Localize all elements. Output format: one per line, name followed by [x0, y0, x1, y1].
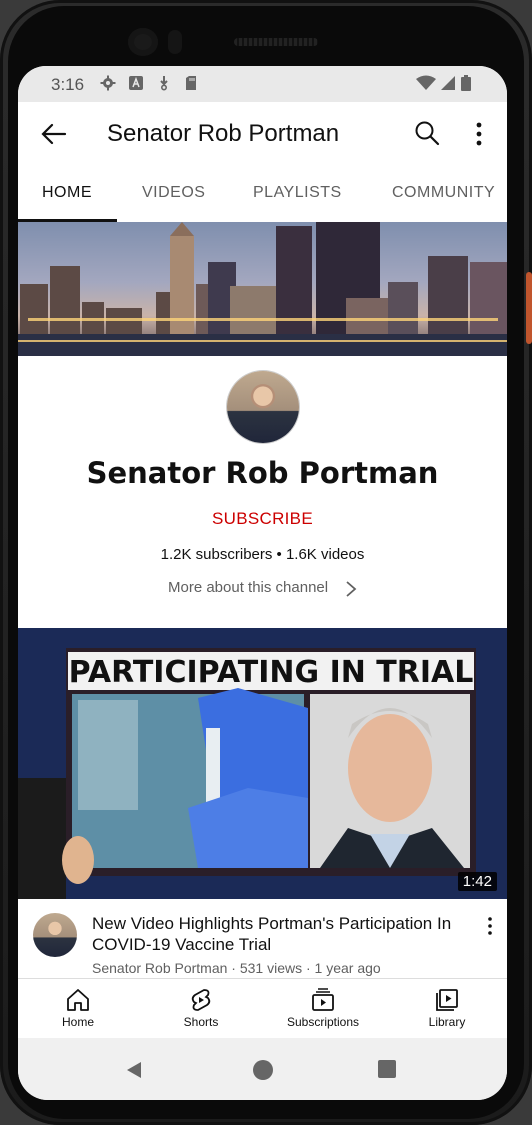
- thumbnail-headline: PARTICIPATING IN TRIAL: [69, 655, 474, 690]
- system-navigation-bar: [18, 1038, 507, 1100]
- thumbnail-image: PARTICIPATING IN TRIAL: [18, 628, 507, 899]
- battery-icon: [461, 75, 471, 91]
- shorts-icon: [191, 989, 211, 1011]
- page-title: Senator Rob Portman: [107, 120, 340, 147]
- system-back-icon[interactable]: [124, 1060, 144, 1080]
- city-skyline-image: [18, 222, 507, 356]
- home-icon: [67, 989, 89, 1011]
- signal-icon: [441, 76, 455, 90]
- front-camera: [128, 28, 158, 56]
- video-meta: New Video Highlights Portman's Participa…: [18, 900, 507, 980]
- settings-icon: [100, 75, 116, 91]
- tab-home[interactable]: HOME: [42, 184, 92, 202]
- search-icon[interactable]: [414, 120, 440, 146]
- channel-tabs: HOME VIDEOS PLAYLISTS COMMUNITY: [18, 166, 507, 223]
- tab-playlists[interactable]: PLAYLISTS: [253, 184, 342, 202]
- system-recents-icon[interactable]: [378, 1060, 396, 1078]
- power-button[interactable]: [526, 272, 532, 344]
- nav-home[interactable]: Home: [38, 979, 118, 1039]
- channel-name: Senator Rob Portman: [86, 456, 439, 490]
- status-time: 3:16: [51, 75, 85, 94]
- tab-community[interactable]: COMMUNITY: [392, 184, 495, 202]
- more-vert-icon[interactable]: [466, 119, 492, 149]
- video-thumbnail[interactable]: PARTICIPATING IN TRIAL 1:42: [18, 628, 507, 899]
- tab-videos[interactable]: VIDEOS: [142, 184, 205, 202]
- wifi-icon: [416, 75, 436, 90]
- channel-header: Senator Rob Portman SUBSCRIBE 1.2K subsc…: [18, 356, 507, 626]
- app-bar: Senator Rob Portman: [18, 102, 507, 166]
- status-bar: 3:16: [18, 66, 507, 102]
- video-channel-avatar[interactable]: [33, 913, 77, 957]
- proximity-sensor: [168, 30, 182, 54]
- chevron-right-icon[interactable]: [344, 580, 358, 598]
- channel-avatar[interactable]: [227, 371, 299, 443]
- screen: 3:16 Senator Rob Portman HOME VIDEOS PLA…: [18, 66, 507, 1100]
- video-subtitle: Senator Rob Portman · 531 views · 1 year…: [92, 960, 381, 976]
- nav-shorts[interactable]: Shorts: [161, 979, 241, 1039]
- subscriptions-icon: [312, 988, 334, 1011]
- channel-stats: 1.2K subscribers • 1.6K videos: [160, 546, 365, 563]
- bottom-navigation: Home Shorts Subscriptions Library: [18, 978, 507, 1039]
- more-about-channel-link[interactable]: More about this channel: [168, 579, 328, 596]
- nav-library[interactable]: Library: [407, 979, 487, 1039]
- nav-library-label: Library: [428, 1015, 466, 1029]
- library-icon: [436, 989, 458, 1011]
- nav-shorts-label: Shorts: [183, 1015, 219, 1029]
- channel-banner: [18, 222, 507, 356]
- sd-card-icon: [186, 76, 196, 90]
- text-a-icon: [129, 76, 143, 90]
- nav-subscriptions-label: Subscriptions: [286, 1015, 360, 1029]
- video-more-vert-icon[interactable]: [481, 916, 499, 936]
- download-icon: [160, 76, 168, 91]
- subscribe-button[interactable]: SUBSCRIBE: [18, 508, 507, 530]
- system-home-icon[interactable]: [253, 1060, 273, 1080]
- nav-home-label: Home: [61, 1015, 94, 1029]
- phone-frame: 3:16 Senator Rob Portman HOME VIDEOS PLA…: [0, 0, 532, 1125]
- nav-subscriptions[interactable]: Subscriptions: [278, 979, 368, 1039]
- video-title[interactable]: New Video Highlights Portman's Participa…: [92, 913, 468, 955]
- video-duration-badge: 1:42: [457, 872, 497, 891]
- earpiece-speaker: [234, 38, 318, 46]
- back-arrow-icon[interactable]: [40, 120, 68, 148]
